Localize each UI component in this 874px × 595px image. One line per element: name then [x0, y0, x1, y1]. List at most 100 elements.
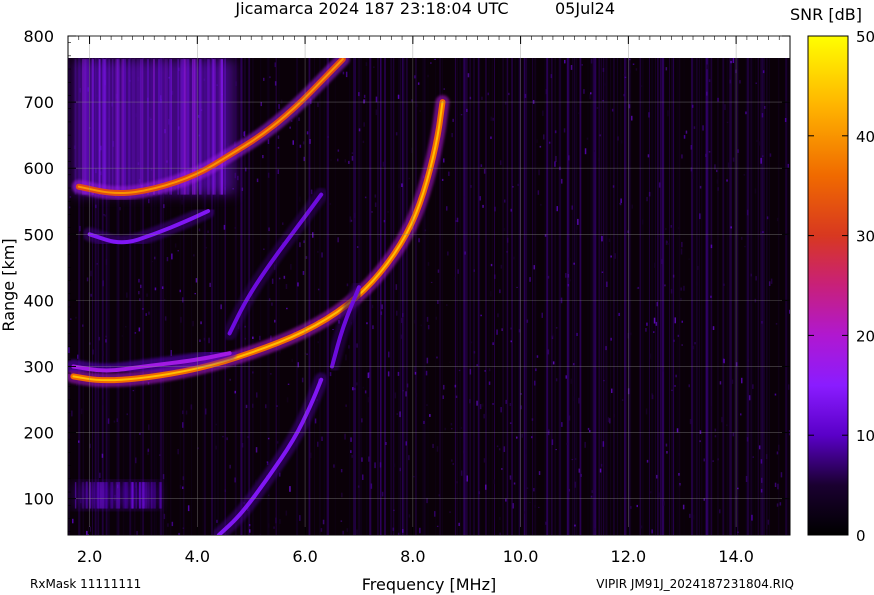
- noise-speck: [776, 503, 779, 507]
- diffuse-streak: [139, 482, 141, 509]
- noise-speck: [554, 161, 556, 167]
- noise-streak: [777, 58, 780, 535]
- noise-streak: [480, 58, 482, 535]
- diffuse-streak: [136, 59, 140, 195]
- noise-streak: [676, 58, 679, 535]
- y-axis-label: Range [km]: [0, 238, 18, 331]
- noise-speck: [408, 177, 410, 180]
- noise-speck: [401, 183, 403, 187]
- noise-speck: [397, 532, 400, 535]
- noise-streak: [579, 58, 582, 535]
- noise-speck: [573, 396, 575, 402]
- noise-speck: [424, 229, 427, 232]
- noise-speck: [780, 472, 783, 478]
- noise-speck: [492, 403, 494, 405]
- noise-speck: [678, 484, 681, 488]
- noise-speck: [392, 527, 395, 531]
- noise-speck: [429, 414, 431, 417]
- noise-speck: [298, 117, 300, 121]
- noise-speck: [248, 524, 251, 527]
- noise-speck: [177, 449, 179, 455]
- noise-speck: [330, 159, 332, 161]
- noise-speck: [171, 521, 174, 527]
- noise-speck: [681, 154, 683, 159]
- noise-speck: [691, 104, 694, 108]
- noise-streak: [659, 58, 662, 535]
- file-label: VIPIR JM91J_2024187231804.RIQ: [596, 577, 794, 591]
- diffuse-streak: [99, 59, 101, 195]
- noise-speck: [418, 238, 420, 243]
- noise-speck: [778, 444, 780, 451]
- noise-speck: [469, 96, 472, 100]
- noise-speck: [761, 477, 763, 483]
- noise-speck: [309, 139, 311, 144]
- noise-speck: [306, 353, 308, 355]
- noise-speck: [345, 354, 347, 361]
- diffuse-streak: [213, 59, 216, 195]
- noise-speck: [142, 308, 144, 310]
- noise-speck: [92, 349, 94, 355]
- noise-speck: [539, 145, 542, 148]
- noise-speck: [787, 163, 789, 169]
- noise-speck: [351, 454, 353, 458]
- noise-speck: [299, 242, 301, 248]
- noise-speck: [399, 411, 401, 418]
- noise-speck: [645, 328, 647, 332]
- noise-speck: [737, 487, 739, 490]
- noise-speck: [322, 519, 325, 525]
- noise-speck: [427, 262, 430, 266]
- noise-speck: [524, 93, 527, 98]
- noise-speck: [348, 345, 350, 349]
- noise-speck: [765, 454, 768, 459]
- noise-speck: [521, 433, 523, 438]
- noise-speck: [571, 459, 574, 461]
- noise-speck: [712, 326, 715, 330]
- noise-speck: [285, 510, 288, 516]
- noise-speck: [363, 99, 365, 104]
- noise-speck: [427, 325, 430, 330]
- noise-speck: [631, 204, 633, 209]
- noise-speck: [290, 120, 293, 122]
- noise-speck: [244, 337, 246, 340]
- noise-speck: [387, 211, 389, 213]
- noise-speck: [146, 293, 148, 297]
- noise-speck: [777, 483, 779, 490]
- noise-speck: [648, 112, 650, 118]
- noise-speck: [510, 340, 512, 343]
- noise-speck: [299, 196, 301, 202]
- noise-speck: [590, 58, 593, 64]
- noise-speck: [756, 139, 758, 143]
- noise-speck: [655, 321, 658, 326]
- noise-speck: [262, 155, 264, 159]
- noise-speck: [80, 408, 83, 415]
- noise-speck: [535, 368, 537, 372]
- noise-speck: [483, 169, 486, 174]
- noise-speck: [611, 388, 613, 393]
- noise-speck: [764, 106, 766, 109]
- noise-speck: [223, 224, 226, 230]
- noise-streak: [736, 58, 738, 535]
- noise-speck: [337, 237, 339, 243]
- noise-speck: [317, 250, 319, 253]
- noise-speck: [767, 519, 770, 525]
- noise-speck: [774, 393, 777, 396]
- diffuse-streak: [152, 59, 155, 195]
- noise-speck: [682, 504, 685, 510]
- noise-speck: [490, 136, 492, 139]
- noise-streak: [506, 58, 509, 535]
- diffuse-streak: [151, 482, 155, 509]
- noise-speck: [620, 140, 623, 144]
- noise-speck: [327, 136, 329, 138]
- noise-speck: [79, 225, 81, 232]
- noise-speck: [737, 531, 739, 533]
- noise-speck: [154, 256, 156, 260]
- noise-speck: [374, 462, 376, 469]
- noise-speck: [681, 320, 683, 323]
- noise-speck: [567, 284, 570, 287]
- noise-speck: [619, 203, 622, 206]
- noise-speck: [732, 432, 735, 437]
- noise-streak: [457, 58, 458, 535]
- noise-speck: [134, 332, 137, 334]
- noise-streak: [575, 58, 578, 535]
- noise-speck: [743, 174, 746, 176]
